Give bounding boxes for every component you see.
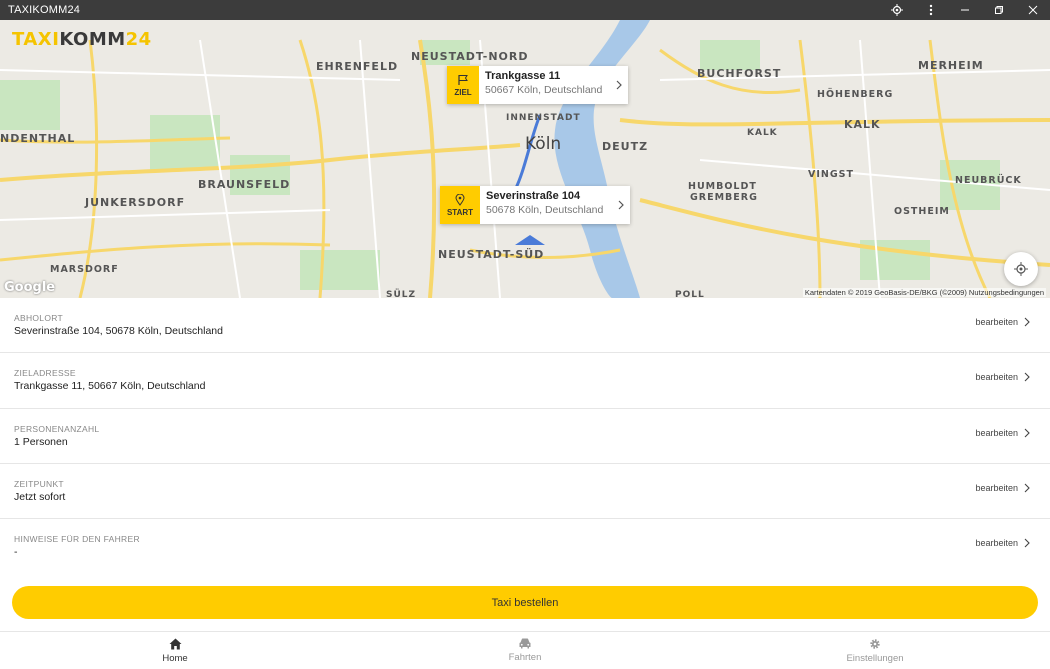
passengers-row[interactable]: PERSONENANZAHL 1 Personen bearbeiten	[0, 409, 1050, 464]
start-pin[interactable]: START Severinstraße 104 50678 Köln, Deut…	[440, 186, 630, 224]
district-label: NDENTHAL	[0, 132, 76, 145]
row-value: 1 Personen	[14, 435, 68, 448]
order-taxi-button[interactable]: Taxi bestellen	[12, 586, 1038, 619]
district-label: GREMBERG	[690, 192, 758, 203]
district-label: HUMBOLDT	[688, 181, 757, 192]
gear-icon	[870, 638, 880, 649]
chevron-right-icon	[1024, 483, 1030, 493]
booking-details-list: ABHOLORT Severinstraße 104, 50678 Köln, …	[0, 298, 1050, 574]
district-label: KALK	[844, 118, 881, 131]
destination-city: 50667 Köln, Deutschland	[485, 84, 603, 96]
district-label: MARSDORF	[50, 264, 119, 275]
district-label: NEUSTADT-SÜD	[438, 248, 545, 261]
destination-pin[interactable]: ZIEL Trankgasse 11 50667 Köln, Deutschla…	[447, 66, 628, 104]
chevron-right-icon	[1024, 428, 1030, 437]
edit-button[interactable]: bearbeiten	[975, 483, 1030, 493]
route-map[interactable]: TAXIKOMM24 NEUSTADT-NORD EHRENFELD BUCHF…	[0, 20, 1050, 298]
district-label: BUCHFORST	[697, 67, 782, 80]
row-value: Severinstraße 104, 50678 Köln, Deutschla…	[14, 325, 223, 337]
location-target-button[interactable]	[880, 0, 914, 20]
row-label: ABHOLORT	[14, 313, 64, 323]
destination-row[interactable]: ZIELADRESSE Trankgasse 11, 50667 Köln, D…	[0, 353, 1050, 409]
crosshair-icon	[891, 4, 903, 16]
row-value: Jetzt sofort	[14, 490, 66, 503]
close-icon	[1028, 5, 1038, 15]
district-label: BRAUNSFELD	[198, 178, 291, 191]
title-bar: TAXIKOMM24	[0, 0, 1050, 20]
row-label: ZIELADRESSE	[14, 368, 76, 379]
driver-notes-row[interactable]: HINWEISE FÜR DEN FAHRER - bearbeiten	[0, 519, 1050, 574]
chevron-right-icon	[1024, 538, 1030, 548]
destination-street: Trankgasse 11	[485, 70, 561, 82]
nav-rides[interactable]: Fahrten	[350, 632, 700, 669]
row-value: Trankgasse 11, 50667 Köln, Deutschland	[14, 380, 206, 393]
nav-settings[interactable]: Einstellungen	[700, 632, 1050, 669]
locate-me-button[interactable]	[1004, 252, 1038, 286]
district-label: EHRENFELD	[316, 60, 399, 73]
bottom-navigation: Home Fahrten Einstellungen	[0, 631, 1050, 669]
more-options-button[interactable]	[914, 0, 948, 20]
location-pin-icon	[455, 193, 465, 206]
more-vertical-icon	[929, 4, 933, 16]
district-label: KALK	[747, 128, 778, 138]
district-label: JUNKERSDORF	[85, 196, 186, 209]
district-label: NEUSTADT-NORD	[411, 50, 529, 63]
start-badge: START	[440, 186, 480, 224]
row-value: -	[14, 546, 18, 559]
destination-badge: ZIEL	[447, 66, 479, 104]
edit-button[interactable]: bearbeiten	[975, 317, 1030, 327]
close-button[interactable]	[1016, 0, 1050, 20]
google-logo: Google	[4, 280, 56, 295]
nav-home[interactable]: Home	[0, 632, 350, 669]
chevron-right-icon	[1024, 372, 1030, 382]
home-icon	[169, 638, 181, 649]
district-label: OSTHEIM	[894, 206, 950, 217]
window-title: TAXIKOMM24	[8, 4, 81, 16]
row-label: ZEITPUNKT	[14, 478, 64, 489]
edit-button[interactable]: bearbeiten	[975, 428, 1030, 438]
start-street: Severinstraße 104	[486, 190, 581, 202]
district-label: VINGST	[808, 169, 854, 180]
district-label: NEUBRÜCK	[955, 175, 1022, 186]
edit-button[interactable]: bearbeiten	[975, 372, 1030, 382]
district-label: INNENSTADT	[506, 113, 581, 123]
minimize-button[interactable]	[948, 0, 982, 20]
minimize-icon	[961, 9, 969, 11]
district-label: DEUTZ	[602, 140, 649, 153]
chevron-right-icon	[1024, 317, 1030, 327]
time-row[interactable]: ZEITPUNKT Jetzt sofort bearbeiten	[0, 464, 1050, 520]
taxikomm24-logo: TAXIKOMM24	[12, 29, 152, 50]
row-label: PERSONENANZAHL	[14, 423, 100, 434]
pickup-row[interactable]: ABHOLORT Severinstraße 104, 50678 Köln, …	[0, 298, 1050, 354]
crosshair-icon	[1014, 262, 1028, 276]
row-label: HINWEISE FÜR DEN FAHRER	[14, 534, 140, 545]
car-icon	[519, 638, 531, 649]
edit-button[interactable]: bearbeiten	[975, 538, 1030, 548]
map-attribution[interactable]: Kartendaten © 2019 GeoBasis-DE/BKG (©200…	[802, 288, 1046, 297]
chevron-right-icon	[612, 186, 630, 224]
chevron-right-icon	[610, 66, 628, 104]
restore-icon	[995, 6, 1003, 14]
restore-button[interactable]	[982, 0, 1016, 20]
district-label: SÜLZ	[386, 290, 417, 298]
district-label: POLL	[675, 290, 705, 298]
flag-icon	[458, 74, 468, 85]
start-city: 50678 Köln, Deutschland	[486, 204, 604, 216]
district-label: MERHEIM	[918, 59, 984, 72]
district-label: HÖHENBERG	[817, 89, 894, 100]
city-label: Köln	[525, 134, 562, 154]
